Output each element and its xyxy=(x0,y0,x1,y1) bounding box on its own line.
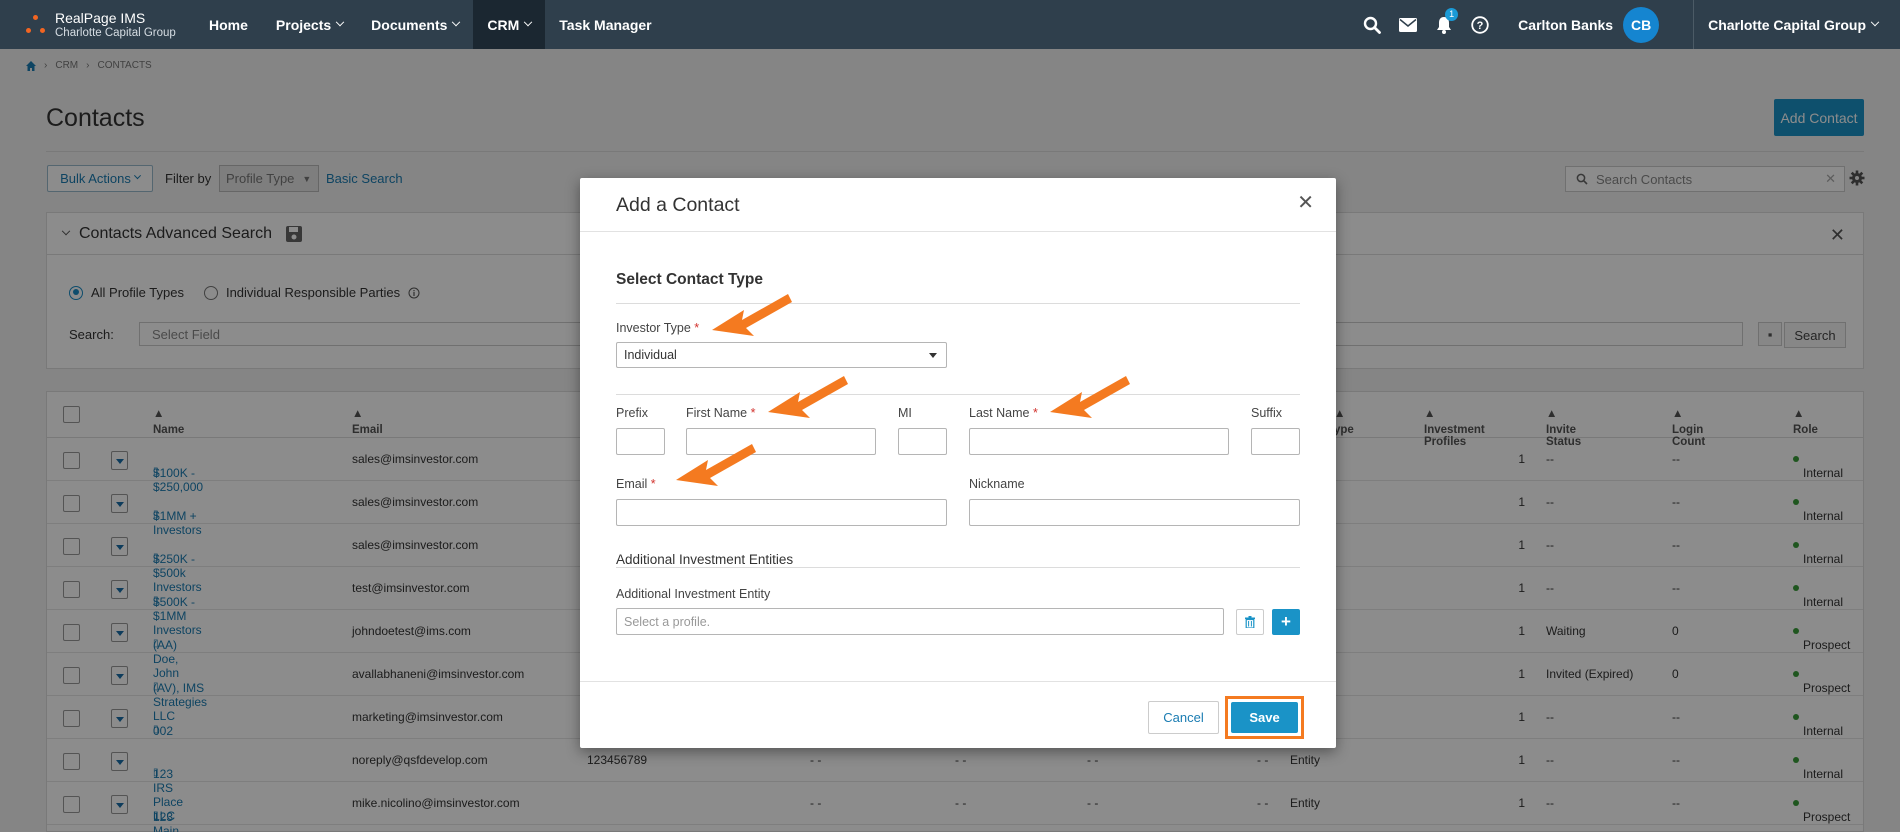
user-name[interactable]: Carlton Banks xyxy=(1518,17,1613,33)
cancel-button[interactable]: Cancel xyxy=(1148,701,1219,734)
plus-icon: + xyxy=(1281,612,1291,631)
nav-task-manager[interactable]: Task Manager xyxy=(545,0,665,49)
first-name-label: First Name * xyxy=(686,406,756,420)
investor-type-label: Investor Type * xyxy=(616,321,700,335)
suffix-field[interactable] xyxy=(1251,428,1300,455)
nickname-label: Nickname xyxy=(969,477,1025,491)
additional-entity-label: Additional Investment Entity xyxy=(616,587,771,601)
prefix-field[interactable] xyxy=(616,428,665,455)
chevron-down-icon xyxy=(1870,17,1880,26)
nav-documents[interactable]: Documents xyxy=(357,0,473,49)
investor-type-select[interactable]: Individual xyxy=(616,342,947,368)
divider xyxy=(616,394,1300,395)
brand-name: RealPage IMS xyxy=(55,9,146,26)
mi-label: MI xyxy=(898,406,912,420)
mi-field[interactable] xyxy=(898,428,947,455)
annotation-arrow-investor-type xyxy=(712,294,792,336)
top-navbar: RealPage IMS Charlotte Capital Group Hom… xyxy=(0,0,1900,49)
chevron-down-icon xyxy=(524,17,533,26)
modal-title: Add a Contact xyxy=(616,194,740,216)
chevron-down-icon xyxy=(335,17,345,26)
caret-down-icon xyxy=(929,353,937,358)
email-label: Email * xyxy=(616,477,656,491)
main-nav: Home Projects Documents CRM Task Manager xyxy=(195,0,666,49)
notification-badge: 1 xyxy=(1445,8,1459,21)
close-icon[interactable]: ✕ xyxy=(1297,190,1314,215)
realpage-logo-icon xyxy=(24,13,48,37)
nav-projects[interactable]: Projects xyxy=(262,0,357,49)
modal-footer: Cancel Save xyxy=(580,681,1336,748)
select-profile-input[interactable]: Select a profile. xyxy=(616,608,1224,635)
suffix-label: Suffix xyxy=(1251,406,1283,420)
avatar[interactable]: CB xyxy=(1623,6,1660,43)
last-name-field[interactable] xyxy=(969,428,1229,455)
last-name-label: Last Name * xyxy=(969,406,1038,420)
save-button[interactable]: Save xyxy=(1231,702,1298,733)
chevron-down-icon xyxy=(452,17,461,26)
add-entity-button[interactable]: + xyxy=(1272,609,1300,635)
annotation-arrow-first-name xyxy=(768,376,848,418)
bell-icon[interactable]: 1 xyxy=(1426,0,1462,49)
help-icon[interactable]: ? xyxy=(1462,0,1498,49)
nickname-field[interactable] xyxy=(969,499,1300,526)
prefix-label: Prefix xyxy=(616,406,648,420)
section-additional-entities: Additional Investment Entities xyxy=(616,552,794,567)
svg-text:?: ? xyxy=(1477,20,1484,32)
org-switcher[interactable]: Charlotte Capital Group xyxy=(1693,0,1900,49)
nav-crm[interactable]: CRM xyxy=(473,0,546,49)
search-icon[interactable] xyxy=(1354,0,1390,49)
trash-icon xyxy=(1245,616,1255,628)
brand[interactable]: RealPage IMS Charlotte Capital Group xyxy=(0,0,195,49)
brand-org: Charlotte Capital Group xyxy=(55,26,176,39)
modal-header: Add a Contact ✕ xyxy=(580,178,1336,232)
nav-home[interactable]: Home xyxy=(195,0,262,49)
annotation-arrow-email xyxy=(676,444,756,486)
email-field[interactable] xyxy=(616,499,947,526)
remove-entity-button[interactable] xyxy=(1236,609,1264,635)
mail-icon[interactable] xyxy=(1390,0,1426,49)
divider xyxy=(616,567,1300,568)
annotation-arrow-last-name xyxy=(1050,376,1130,418)
